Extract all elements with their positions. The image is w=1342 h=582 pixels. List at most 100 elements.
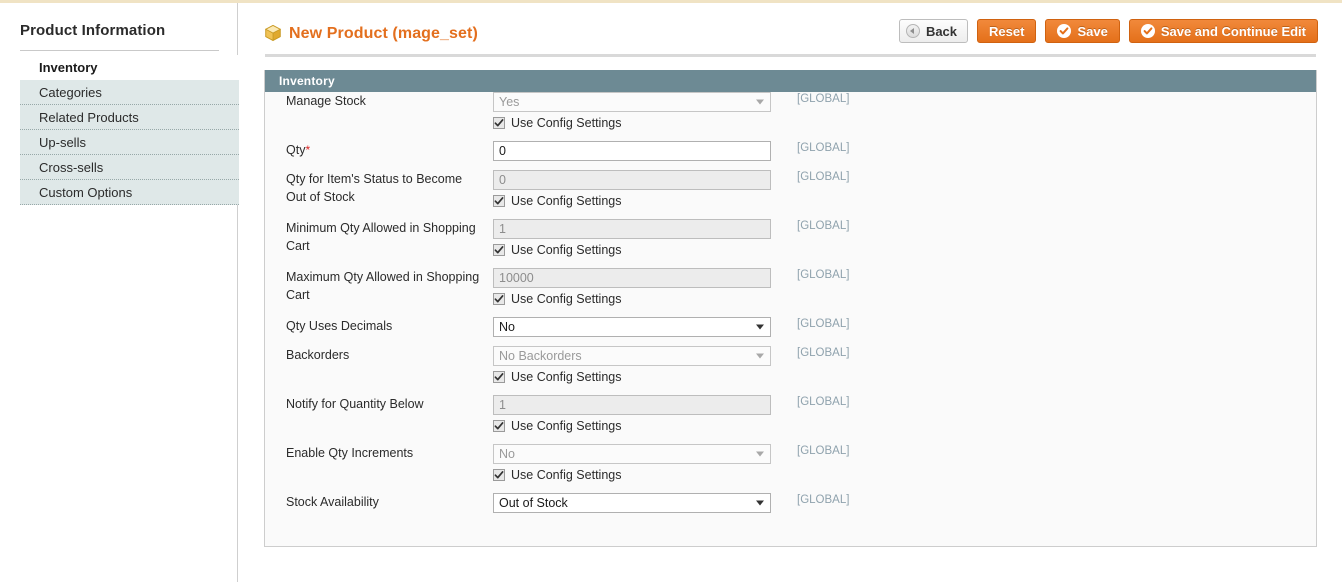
form-row: Backorders No Backorders Use Config Settin… [265,346,1316,384]
page-header: New Product (mage_set) Back Reset Save S… [264,3,1318,61]
sidebar-title-divider [20,50,219,51]
sidebar-item-label: Categories [39,85,102,100]
use-config-settings-row: Use Config Settings [493,419,771,433]
field-label: Minimum Qty Allowed in Shopping Cart [286,219,482,255]
chevron-down-icon [756,353,764,359]
sidebar-item-label: Inventory [39,60,98,75]
scope-label: [GLOBAL] [797,269,850,281]
qty-input[interactable] [493,141,771,161]
use-config-settings-label[interactable]: Use Config Settings [511,419,621,433]
scope-label: [GLOBAL] [797,220,850,232]
use-config-settings-row: Use Config Settings [493,243,771,257]
back-button[interactable]: Back [898,19,969,43]
form-row: Qty* [GLOBAL] [265,141,1316,161]
scope-label: [GLOBAL] [797,318,850,330]
scope-label: [GLOBAL] [797,396,850,408]
field-control: No [493,317,771,337]
sidebar-item-custom-options[interactable]: Custom Options [20,180,239,205]
form-row: Enable Qty Increments No Use Config Settin… [265,444,1316,482]
scope-label: [GLOBAL] [797,171,850,183]
field-label-text: Qty [286,143,306,157]
form-row: Notify for Quantity Below Use Config Sett… [265,395,1316,433]
field-label: Stock Availability [286,493,482,511]
qty-for-item-s-status-to-become-out-of-stock-input [493,170,771,190]
field-control: Out of Stock [493,493,771,513]
chevron-down-icon [756,324,764,330]
notify-for-quantity-below-use-config-checkbox[interactable] [493,420,505,432]
sidebar-title: Product Information [20,22,166,39]
sidebar-item-up-sells[interactable]: Up-sells [20,130,239,155]
maximum-qty-allowed-in-shopping-cart-use-config-checkbox[interactable] [493,293,505,305]
scope-label: [GLOBAL] [797,494,850,506]
use-config-settings-row: Use Config Settings [493,292,771,306]
field-label: Manage Stock [286,92,482,110]
select-value: No Backorders [499,349,582,363]
form-row: Stock Availability Out of Stock [GLOBAL] [265,493,1316,513]
use-config-settings-label[interactable]: Use Config Settings [511,292,621,306]
enable-qty-increments-use-config-checkbox[interactable] [493,469,505,481]
sidebar-item-label: Up-sells [39,135,86,150]
back-arrow-icon [905,24,920,38]
field-label-text: Qty for Item's Status to Become Out of S… [286,172,463,204]
manage-stock-select: Yes [493,92,771,112]
backorders-select: No Backorders [493,346,771,366]
select-value: Out of Stock [499,496,568,510]
required-asterisk: * [305,143,311,157]
field-label-text: Stock Availability [286,495,379,509]
qty-uses-decimals-select[interactable]: No [493,317,771,337]
save-button[interactable]: Save [1045,19,1120,43]
check-circle-icon [1057,24,1072,38]
backorders-use-config-checkbox[interactable] [493,371,505,383]
field-label: Maximum Qty Allowed in Shopping Cart [286,268,482,304]
qty-for-item-s-status-to-become-out-of-stock-use-config-checkbox[interactable] [493,195,505,207]
form-row: Minimum Qty Allowed in Shopping Cart Use … [265,219,1316,257]
use-config-settings-label[interactable]: Use Config Settings [511,370,621,384]
field-label: Backorders [286,346,482,364]
save-and-continue-edit-button[interactable]: Save and Continue Edit [1128,19,1318,43]
chevron-down-icon [756,500,764,506]
inventory-panel: Inventory Manage Stock Yes Use Config Sett… [264,70,1317,547]
sidebar-item-label: Custom Options [39,185,133,200]
field-label: Qty* [286,141,482,159]
sidebar-item-related-products[interactable]: Related Products [20,105,239,130]
field-control: Use Config Settings [493,170,771,208]
manage-stock-use-config-checkbox[interactable] [493,117,505,129]
field-label-text: Maximum Qty Allowed in Shopping Cart [286,270,480,302]
use-config-settings-row: Use Config Settings [493,468,771,482]
field-control: No Use Config Settings [493,444,771,482]
form-row: Maximum Qty Allowed in Shopping Cart Use … [265,268,1316,306]
use-config-settings-label[interactable]: Use Config Settings [511,243,621,257]
field-label-text: Notify for Quantity Below [286,397,424,411]
field-control: Use Config Settings [493,395,771,433]
sidebar-item-categories[interactable]: Categories [20,80,239,105]
header-button-bar: Back Reset Save Save and Continue Edit [898,19,1318,43]
reset-button[interactable]: Reset [977,19,1037,43]
field-label: Notify for Quantity Below [286,395,482,413]
sidebar-item-inventory[interactable]: Inventory [20,55,239,80]
maximum-qty-allowed-in-shopping-cart-input [493,268,771,288]
product-information-sidebar: Product Information Inventory Categories R… [0,3,239,582]
field-label-text: Enable Qty Increments [286,446,414,460]
form-row: Manage Stock Yes Use Config Settings [GLOBA… [265,92,1316,130]
check-circle-icon [1140,24,1155,38]
sidebar-nav-list: Inventory Categories Related Products Up-se… [20,55,239,205]
minimum-qty-allowed-in-shopping-cart-input [493,219,771,239]
use-config-settings-label[interactable]: Use Config Settings [511,116,621,130]
field-control: No Backorders Use Config Settings [493,346,771,384]
product-cube-icon [264,24,282,42]
minimum-qty-allowed-in-shopping-cart-use-config-checkbox[interactable] [493,244,505,256]
field-control: Yes Use Config Settings [493,92,771,130]
chevron-down-icon [756,99,764,105]
save-and-continue-edit-label: Save and Continue Edit [1160,23,1306,39]
select-value: No [499,320,515,334]
scope-label: [GLOBAL] [797,93,850,105]
field-label-text: Backorders [286,348,350,362]
field-control: Use Config Settings [493,268,771,306]
use-config-settings-label[interactable]: Use Config Settings [511,468,621,482]
scope-label: [GLOBAL] [797,445,850,457]
use-config-settings-label[interactable]: Use Config Settings [511,194,621,208]
stock-availability-select[interactable]: Out of Stock [493,493,771,513]
sidebar-item-cross-sells[interactable]: Cross-sells [20,155,239,180]
enable-qty-increments-select: No [493,444,771,464]
back-button-label: Back [925,23,958,39]
